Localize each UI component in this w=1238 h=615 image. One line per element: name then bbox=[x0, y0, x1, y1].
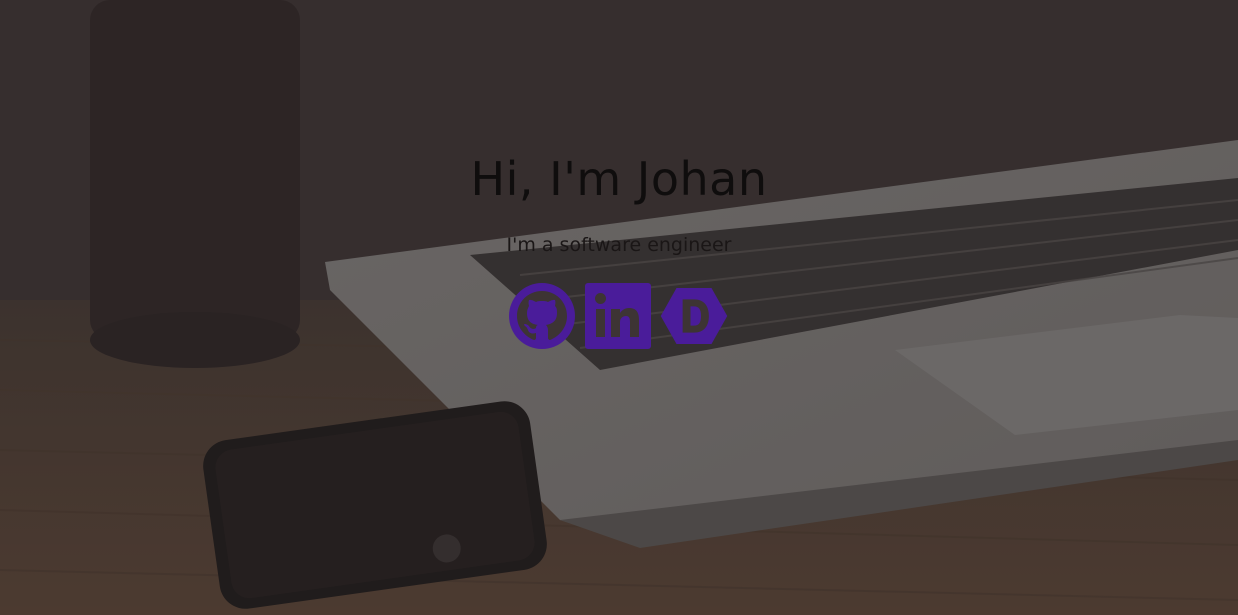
github-icon bbox=[509, 283, 575, 349]
linkedin-icon bbox=[585, 283, 651, 349]
dev-icon bbox=[660, 288, 728, 344]
page-title: Hi, I'm Johan bbox=[470, 152, 768, 206]
github-link[interactable] bbox=[507, 281, 577, 351]
hero-section: Hi, I'm Johan I'm a software engineer bbox=[0, 0, 1238, 615]
page-subtitle: I'm a software engineer bbox=[506, 234, 732, 256]
linkedin-link[interactable] bbox=[583, 281, 653, 351]
dev-link[interactable] bbox=[659, 281, 729, 351]
social-links bbox=[507, 281, 729, 351]
